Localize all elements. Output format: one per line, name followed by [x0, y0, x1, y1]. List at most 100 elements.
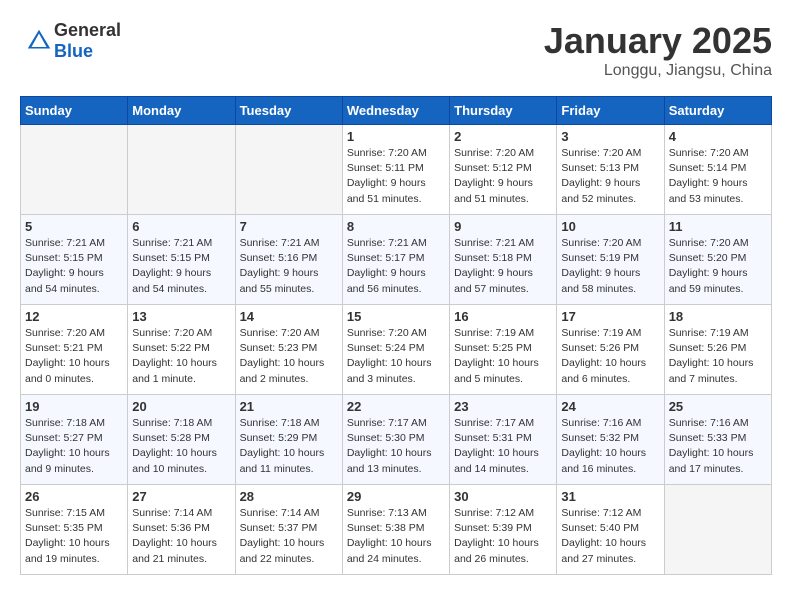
weekday-header: Friday [557, 97, 664, 125]
calendar-cell: 3 Sunrise: 7:20 AMSunset: 5:13 PMDaylight… [557, 125, 664, 215]
day-number: 9 [454, 219, 552, 234]
calendar-cell [664, 485, 771, 575]
day-number: 20 [132, 399, 230, 414]
day-number: 1 [347, 129, 445, 144]
calendar-body: 1 Sunrise: 7:20 AMSunset: 5:11 PMDaylight… [21, 125, 772, 575]
day-number: 31 [561, 489, 659, 504]
day-info: Sunrise: 7:20 AMSunset: 5:13 PMDaylight:… [561, 146, 659, 207]
weekday-header: Tuesday [235, 97, 342, 125]
calendar-week-row: 1 Sunrise: 7:20 AMSunset: 5:11 PMDaylight… [21, 125, 772, 215]
title-block: January 2025 Longgu, Jiangsu, China [544, 20, 772, 80]
day-number: 7 [240, 219, 338, 234]
calendar-week-row: 26Sunrise: 7:15 AMSunset: 5:35 PMDayligh… [21, 485, 772, 575]
calendar-cell: 9 Sunrise: 7:21 AMSunset: 5:18 PMDaylight… [450, 215, 557, 305]
calendar-cell: 31Sunrise: 7:12 AMSunset: 5:40 PMDayligh… [557, 485, 664, 575]
day-info: Sunrise: 7:20 AMSunset: 5:11 PMDaylight:… [347, 146, 445, 207]
day-info: Sunrise: 7:17 AMSunset: 5:31 PMDaylight:… [454, 416, 552, 477]
calendar-header-row: SundayMondayTuesdayWednesdayThursdayFrid… [21, 97, 772, 125]
day-info: Sunrise: 7:21 AMSunset: 5:16 PMDaylight:… [240, 236, 338, 297]
day-info: Sunrise: 7:14 AMSunset: 5:36 PMDaylight:… [132, 506, 230, 567]
calendar-cell: 10Sunrise: 7:20 AMSunset: 5:19 PMDayligh… [557, 215, 664, 305]
calendar-cell: 26Sunrise: 7:15 AMSunset: 5:35 PMDayligh… [21, 485, 128, 575]
calendar-cell: 21 Sunrise: 7:18 AMSunset: 5:29 PMDayligh… [235, 395, 342, 485]
day-number: 6 [132, 219, 230, 234]
day-number: 10 [561, 219, 659, 234]
calendar-cell: 14Sunrise: 7:20 AMSunset: 5:23 PMDayligh… [235, 305, 342, 395]
calendar-cell: 7 Sunrise: 7:21 AMSunset: 5:16 PMDaylight… [235, 215, 342, 305]
day-info: Sunrise: 7:19 AMSunset: 5:26 PMDaylight:… [561, 326, 659, 387]
day-number: 12 [25, 309, 123, 324]
day-info: Sunrise: 7:13 AMSunset: 5:38 PMDaylight:… [347, 506, 445, 567]
calendar-cell: 30 Sunrise: 7:12 AMSunset: 5:39 PMDayligh… [450, 485, 557, 575]
day-number: 11 [669, 219, 767, 234]
day-number: 30 [454, 489, 552, 504]
calendar-cell: 15 Sunrise: 7:20 AMSunset: 5:24 PMDayligh… [342, 305, 449, 395]
logo-general: General [54, 20, 121, 40]
calendar-cell: 1 Sunrise: 7:20 AMSunset: 5:11 PMDaylight… [342, 125, 449, 215]
day-info: Sunrise: 7:21 AMSunset: 5:17 PMDaylight:… [347, 236, 445, 297]
day-number: 23 [454, 399, 552, 414]
day-info: Sunrise: 7:21 AMSunset: 5:15 PMDaylight:… [25, 236, 123, 297]
location-title: Longgu, Jiangsu, China [544, 62, 772, 80]
day-number: 18 [669, 309, 767, 324]
calendar-cell: 4 Sunrise: 7:20 AMSunset: 5:14 PMDaylight… [664, 125, 771, 215]
calendar-cell: 20Sunrise: 7:18 AMSunset: 5:28 PMDayligh… [128, 395, 235, 485]
day-info: Sunrise: 7:20 AMSunset: 5:14 PMDaylight:… [669, 146, 767, 207]
calendar-cell: 6 Sunrise: 7:21 AMSunset: 5:15 PMDaylight… [128, 215, 235, 305]
day-number: 15 [347, 309, 445, 324]
page-header: General Blue January 2025 Longgu, Jiangs… [20, 20, 772, 80]
calendar-cell: 24 Sunrise: 7:16 AMSunset: 5:32 PMDayligh… [557, 395, 664, 485]
day-number: 13 [132, 309, 230, 324]
day-info: Sunrise: 7:21 AMSunset: 5:15 PMDaylight:… [132, 236, 230, 297]
weekday-header: Sunday [21, 97, 128, 125]
calendar-cell: 13 Sunrise: 7:20 AMSunset: 5:22 PMDayligh… [128, 305, 235, 395]
day-number: 27 [132, 489, 230, 504]
day-info: Sunrise: 7:21 AMSunset: 5:18 PMDaylight:… [454, 236, 552, 297]
calendar-cell: 28 Sunrise: 7:14 AMSunset: 5:37 PMDayligh… [235, 485, 342, 575]
logo-blue: Blue [54, 41, 93, 61]
day-info: Sunrise: 7:20 AMSunset: 5:24 PMDaylight:… [347, 326, 445, 387]
day-info: Sunrise: 7:20 AMSunset: 5:20 PMDaylight:… [669, 236, 767, 297]
day-info: Sunrise: 7:20 AMSunset: 5:22 PMDaylight:… [132, 326, 230, 387]
day-info: Sunrise: 7:18 AMSunset: 5:29 PMDaylight:… [240, 416, 338, 477]
day-info: Sunrise: 7:14 AMSunset: 5:37 PMDaylight:… [240, 506, 338, 567]
logo-icon [24, 26, 54, 56]
calendar-cell: 29 Sunrise: 7:13 AMSunset: 5:38 PMDayligh… [342, 485, 449, 575]
day-number: 16 [454, 309, 552, 324]
day-number: 4 [669, 129, 767, 144]
day-number: 29 [347, 489, 445, 504]
calendar-cell [21, 125, 128, 215]
day-info: Sunrise: 7:12 AMSunset: 5:39 PMDaylight:… [454, 506, 552, 567]
day-number: 5 [25, 219, 123, 234]
month-title: January 2025 [544, 20, 772, 62]
weekday-header: Wednesday [342, 97, 449, 125]
calendar-cell [128, 125, 235, 215]
day-number: 2 [454, 129, 552, 144]
day-number: 24 [561, 399, 659, 414]
calendar-cell: 22Sunrise: 7:17 AMSunset: 5:30 PMDayligh… [342, 395, 449, 485]
calendar-cell: 17 Sunrise: 7:19 AMSunset: 5:26 PMDayligh… [557, 305, 664, 395]
weekday-header: Thursday [450, 97, 557, 125]
weekday-header: Saturday [664, 97, 771, 125]
calendar-cell: 16 Sunrise: 7:19 AMSunset: 5:25 PMDayligh… [450, 305, 557, 395]
calendar-cell: 11 Sunrise: 7:20 AMSunset: 5:20 PMDayligh… [664, 215, 771, 305]
day-number: 21 [240, 399, 338, 414]
calendar-cell: 5 Sunrise: 7:21 AMSunset: 5:15 PMDaylight… [21, 215, 128, 305]
calendar-week-row: 12Sunrise: 7:20 AMSunset: 5:21 PMDayligh… [21, 305, 772, 395]
calendar-cell: 23 Sunrise: 7:17 AMSunset: 5:31 PMDayligh… [450, 395, 557, 485]
day-number: 3 [561, 129, 659, 144]
day-number: 26 [25, 489, 123, 504]
calendar-cell: 19Sunrise: 7:18 AMSunset: 5:27 PMDayligh… [21, 395, 128, 485]
day-number: 17 [561, 309, 659, 324]
day-number: 8 [347, 219, 445, 234]
day-info: Sunrise: 7:16 AMSunset: 5:32 PMDaylight:… [561, 416, 659, 477]
weekday-header: Monday [128, 97, 235, 125]
day-info: Sunrise: 7:19 AMSunset: 5:26 PMDaylight:… [669, 326, 767, 387]
day-info: Sunrise: 7:19 AMSunset: 5:25 PMDaylight:… [454, 326, 552, 387]
calendar-week-row: 5 Sunrise: 7:21 AMSunset: 5:15 PMDaylight… [21, 215, 772, 305]
logo: General Blue [20, 20, 121, 62]
calendar-week-row: 19Sunrise: 7:18 AMSunset: 5:27 PMDayligh… [21, 395, 772, 485]
day-info: Sunrise: 7:18 AMSunset: 5:27 PMDaylight:… [25, 416, 123, 477]
day-number: 28 [240, 489, 338, 504]
day-info: Sunrise: 7:20 AMSunset: 5:12 PMDaylight:… [454, 146, 552, 207]
